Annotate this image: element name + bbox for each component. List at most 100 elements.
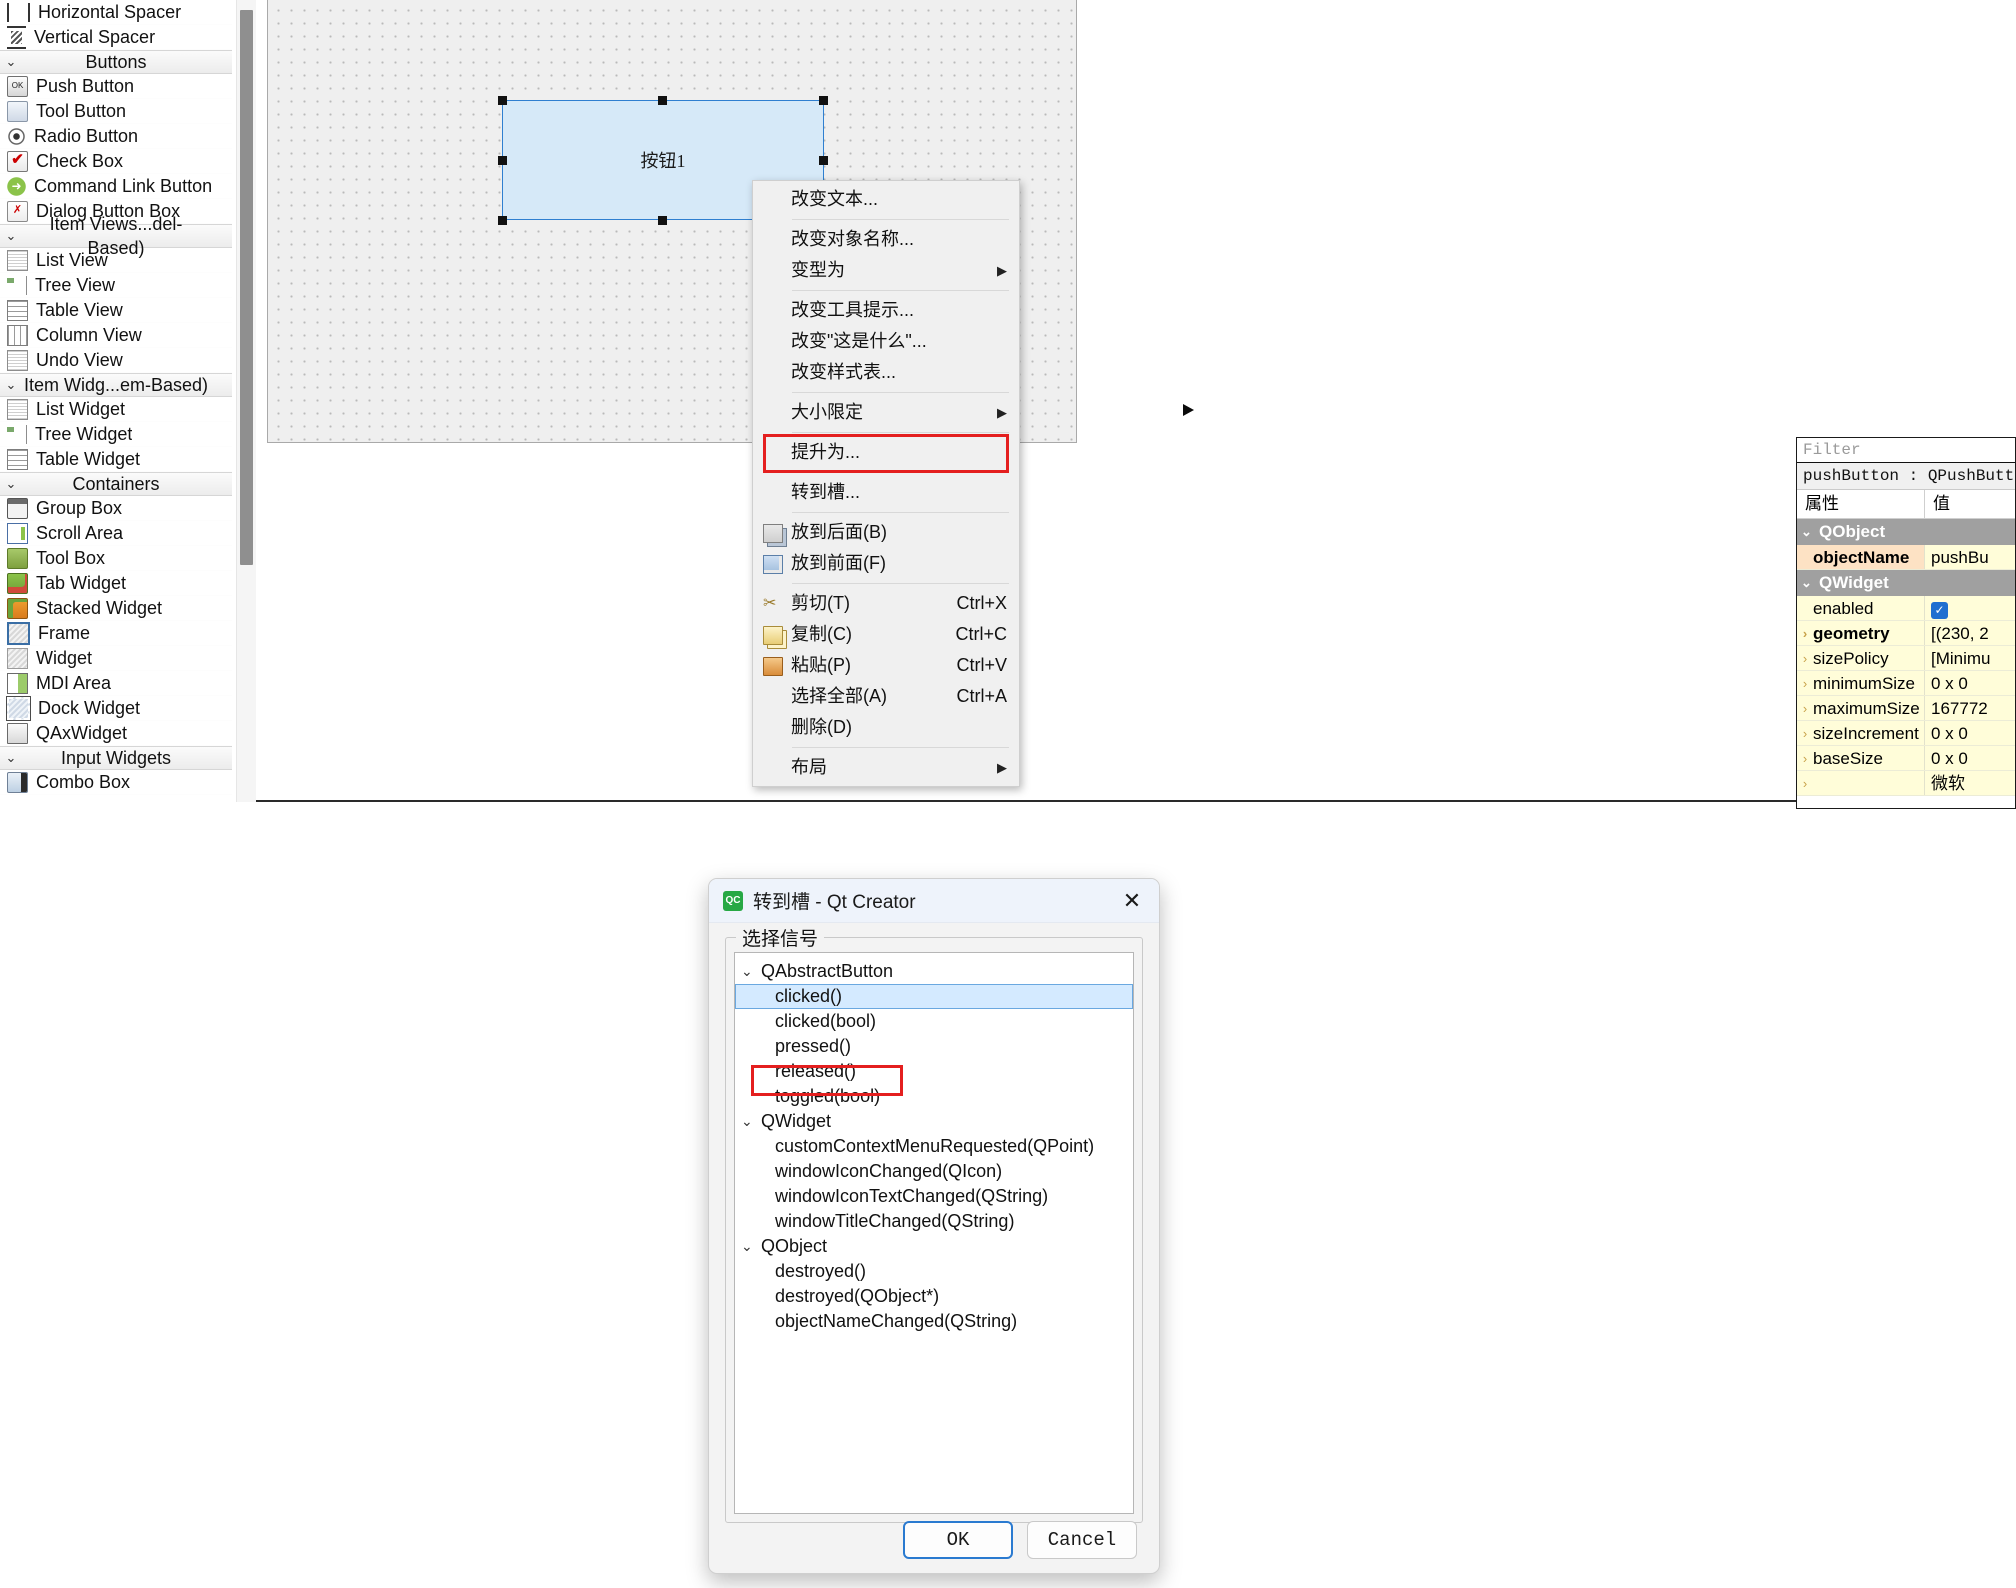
property-filter-input[interactable]: Filter (1797, 438, 2015, 463)
widget-box-group-header[interactable]: ⌄ Item Views...del-Based) (0, 214, 232, 258)
context-menu-item[interactable]: 粘贴(P) Ctrl+V (753, 650, 1019, 681)
context-menu-item[interactable]: 改变文本... (753, 184, 1019, 215)
signal-tree-item[interactable]: destroyed(QObject*) (735, 1284, 1133, 1309)
widget-box-scrollbar-thumb[interactable] (240, 10, 253, 565)
signal-tree[interactable]: ⌄ QAbstractButton clicked() clicked(bool) pr… (734, 952, 1134, 1514)
signal-tree-item[interactable]: windowTitleChanged(QString) (735, 1209, 1133, 1234)
context-menu-item[interactable]: 改变"这是什么"... (753, 326, 1019, 357)
signal-tree-item[interactable]: pressed() (735, 1034, 1133, 1059)
signal-tree-item[interactable]: customContextMenuRequested(QPoint) (735, 1134, 1133, 1159)
chevron-down-icon[interactable]: ⌄ (741, 959, 761, 984)
widget-box-item[interactable]: Frame (0, 621, 232, 646)
widget-box-item[interactable]: QAxWidget (0, 721, 232, 746)
signal-tree-item[interactable]: released() (735, 1059, 1133, 1084)
signal-tree-item[interactable]: objectNameChanged(QString) (735, 1309, 1133, 1334)
signal-tree-group[interactable]: ⌄ QObject (735, 1234, 1133, 1259)
context-menu-item[interactable]: 改变对象名称... (753, 224, 1019, 255)
resize-handle-w[interactable] (498, 156, 507, 165)
expander-icon[interactable]: › (1797, 721, 1813, 745)
widget-box-item[interactable]: Widget (0, 646, 232, 671)
context-menu-item[interactable]: 选择全部(A) Ctrl+A (753, 681, 1019, 712)
widget-box-item[interactable]: Column View (0, 323, 232, 348)
resize-handle-ne[interactable] (819, 96, 828, 105)
widget-box-group-header[interactable]: ⌄ Containers (0, 472, 232, 496)
property-row[interactable]: › sizePolicy [Minimu (1797, 646, 2015, 671)
expander-icon[interactable]: › (1797, 621, 1813, 645)
widget-box-item[interactable]: Combo Box (0, 770, 232, 795)
property-value-cell[interactable]: 微软 (1925, 771, 2015, 795)
dialog-button-row[interactable]: OK Cancel (709, 1521, 1159, 1559)
widget-box-item[interactable]: Table View (0, 298, 232, 323)
property-value-cell[interactable]: 0 x 0 (1925, 746, 2015, 770)
property-value-cell[interactable]: 0 x 0 (1925, 671, 2015, 695)
property-value-cell[interactable]: 167772 (1925, 696, 2015, 720)
property-editor-panel[interactable]: Filter pushButton : QPushButton 属性 值 ⌄ QO… (1796, 437, 2016, 809)
property-value-cell[interactable]: 0 x 0 (1925, 721, 2015, 745)
resize-handle-sw[interactable] (498, 216, 507, 225)
widget-box-item[interactable]: Undo View (0, 348, 232, 373)
widget-box-item[interactable]: ➜ Command Link Button (0, 174, 232, 199)
expander-icon[interactable]: › (1797, 696, 1813, 720)
goto-slot-dialog[interactable]: QC 转到槽 - Qt Creator ✕ 选择信号 ⌄ QAbstractBut… (708, 878, 1160, 1574)
widget-box-item[interactable]: Vertical Spacer (0, 25, 232, 50)
widget-box-item[interactable]: Table Widget (0, 447, 232, 472)
property-row[interactable]: › sizeIncrement 0 x 0 (1797, 721, 2015, 746)
context-menu-item[interactable]: 复制(C) Ctrl+C (753, 619, 1019, 650)
context-menu-items[interactable]: 改变文本... 改变对象名称... 变型为 ▶ 改变工具提示... 改变"这是什么"...… (753, 184, 1019, 783)
widget-box-item[interactable]: Stacked Widget (0, 596, 232, 621)
widget-context-menu[interactable]: 改变文本... 改变对象名称... 变型为 ▶ 改变工具提示... 改变"这是什么"...… (752, 180, 1020, 787)
widget-box-item[interactable]: OK Push Button (0, 74, 232, 99)
property-group-header[interactable]: ⌄ QWidget (1797, 570, 2015, 596)
signal-tree-item[interactable]: windowIconChanged(QIcon) (735, 1159, 1133, 1184)
widget-box-item[interactable]: MDI Area (0, 671, 232, 696)
widget-box-item[interactable]: Radio Button (0, 124, 232, 149)
expander-icon[interactable]: › (1797, 746, 1813, 770)
chevron-down-icon[interactable]: ⌄ (741, 1109, 761, 1134)
context-menu-item[interactable]: ✂ 剪切(T) Ctrl+X (753, 588, 1019, 619)
expander-icon[interactable]: › (1797, 671, 1813, 695)
widget-box-group-header[interactable]: ⌄ Buttons (0, 50, 232, 74)
cancel-button[interactable]: Cancel (1027, 1521, 1137, 1559)
widget-box-scrollbar[interactable] (236, 0, 257, 802)
widget-box-item[interactable]: Tree View (0, 273, 232, 298)
property-rows[interactable]: ⌄ QObject objectName pushBu ⌄ QWidget enabled ✓… (1797, 519, 2015, 796)
chevron-down-icon[interactable]: ⌄ (741, 1234, 761, 1259)
close-icon[interactable]: ✕ (1115, 886, 1149, 916)
signal-tree-group[interactable]: ⌄ QWidget (735, 1109, 1133, 1134)
property-row[interactable]: › geometry [(230, 2 (1797, 621, 2015, 646)
signal-tree-item[interactable]: toggled(bool) (735, 1084, 1133, 1109)
resize-handle-nw[interactable] (498, 96, 507, 105)
widget-box-item[interactable]: Group Box (0, 496, 232, 521)
widget-box-item[interactable]: Horizontal Spacer (0, 0, 232, 25)
widget-box-item[interactable]: Dock Widget (0, 695, 232, 721)
widget-box-item[interactable]: Tool Box (0, 546, 232, 571)
widget-box-item[interactable]: ✔ Check Box (0, 149, 232, 174)
property-value-cell[interactable]: [(230, 2 (1925, 621, 2015, 645)
widget-box-item[interactable]: Tab Widget (0, 571, 232, 596)
context-menu-item[interactable]: 布局 ▶ (753, 752, 1019, 783)
resize-handle-s[interactable] (658, 216, 667, 225)
signal-tree-group[interactable]: ⌄ QAbstractButton (735, 959, 1133, 984)
context-menu-item[interactable]: 转到槽... (753, 477, 1019, 508)
context-menu-item[interactable]: 提升为... (753, 437, 1019, 468)
widget-box-item[interactable]: Tool Button (0, 99, 232, 124)
property-row[interactable]: objectName pushBu (1797, 545, 2015, 570)
context-menu-item[interactable]: 放到后面(B) (753, 517, 1019, 548)
context-menu-item[interactable]: 改变工具提示... (753, 295, 1019, 326)
signal-tree-item[interactable]: destroyed() (735, 1259, 1133, 1284)
enabled-checkbox[interactable]: ✓ (1931, 602, 1948, 619)
property-row[interactable]: › minimumSize 0 x 0 (1797, 671, 2015, 696)
property-row[interactable]: enabled ✓ (1797, 596, 2015, 621)
property-group-header[interactable]: ⌄ QObject (1797, 519, 2015, 545)
context-menu-item[interactable]: 放到前面(F) (753, 548, 1019, 579)
property-value-cell[interactable]: pushBu (1925, 545, 2015, 569)
widget-box-group-header[interactable]: ⌄ Item Widg...em-Based) (0, 373, 232, 397)
widget-box-item[interactable]: Tree Widget (0, 422, 232, 447)
resize-handle-n[interactable] (658, 96, 667, 105)
dialog-titlebar[interactable]: QC 转到槽 - Qt Creator ✕ (709, 879, 1159, 923)
widget-box-item[interactable]: Scroll Area (0, 521, 232, 546)
resize-handle-e[interactable] (819, 156, 828, 165)
property-row[interactable]: › baseSize 0 x 0 (1797, 746, 2015, 771)
widget-box-group-header[interactable]: ⌄ Input Widgets (0, 746, 232, 770)
ok-button[interactable]: OK (903, 1521, 1013, 1559)
